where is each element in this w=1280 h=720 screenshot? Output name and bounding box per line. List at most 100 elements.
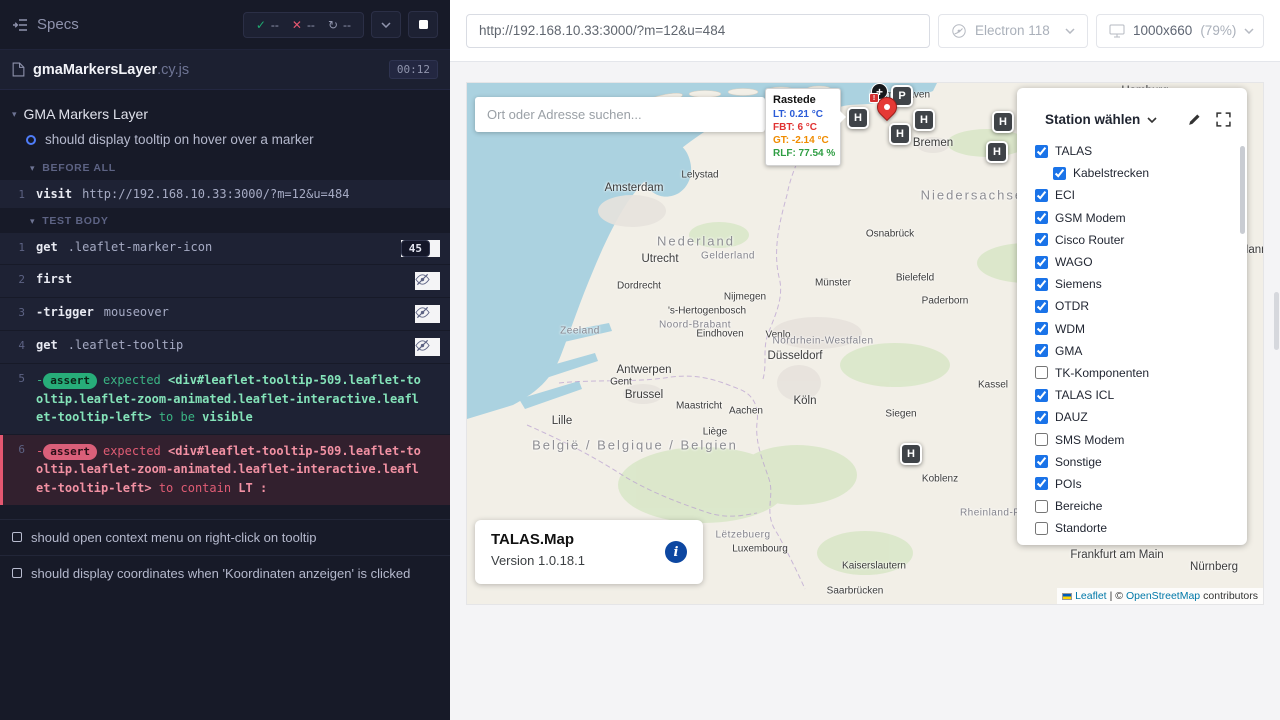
map-label: Maastricht bbox=[676, 401, 722, 412]
leaflet-tooltip[interactable]: Rastede LT: 0.21 °C FBT: 6 °C GT: -2.14 … bbox=[765, 88, 841, 166]
pending-test-row[interactable]: should open context menu on right-click … bbox=[0, 519, 450, 555]
layer-item[interactable]: Sonstige bbox=[1017, 451, 1247, 473]
layer-item[interactable]: GMA bbox=[1017, 340, 1247, 362]
layer-checkbox[interactable] bbox=[1053, 167, 1066, 180]
map-label: Bielefeld bbox=[896, 273, 934, 284]
viewport-icon bbox=[1109, 24, 1125, 38]
layer-checkbox[interactable] bbox=[1035, 278, 1048, 291]
command-row-get[interactable]: 1 get .leaflet-marker-icon 45 bbox=[0, 233, 450, 264]
layer-checkbox[interactable] bbox=[1035, 233, 1048, 246]
suite-row[interactable]: ▾ GMA Markers Layer bbox=[0, 100, 450, 128]
specs-list-icon[interactable] bbox=[12, 18, 28, 32]
leaflet-link[interactable]: Leaflet bbox=[1075, 590, 1107, 602]
station-marker[interactable]: H bbox=[900, 443, 922, 465]
layer-checkbox[interactable] bbox=[1035, 256, 1048, 269]
layer-checkbox[interactable] bbox=[1035, 455, 1048, 468]
layer-item[interactable]: Bereiche bbox=[1017, 495, 1247, 517]
layer-checkbox[interactable] bbox=[1035, 211, 1048, 224]
section-test-body[interactable]: ▾ TEST BODY bbox=[0, 208, 450, 232]
station-marker[interactable]: H bbox=[913, 109, 935, 131]
panel-scrollbar[interactable] bbox=[1240, 146, 1245, 234]
layer-checkbox[interactable] bbox=[1035, 300, 1048, 313]
layer-checkbox[interactable] bbox=[1035, 344, 1048, 357]
pending-test-icon bbox=[12, 568, 22, 578]
chevron-down-icon[interactable] bbox=[1147, 117, 1157, 123]
map-label: Amsterdam bbox=[605, 182, 664, 194]
stop-button[interactable] bbox=[408, 11, 438, 38]
hidden-element-icon bbox=[415, 272, 430, 290]
layer-checkbox[interactable] bbox=[1035, 366, 1048, 379]
station-select[interactable]: Station wählen bbox=[1045, 112, 1140, 127]
layer-item[interactable]: POIs bbox=[1017, 473, 1247, 495]
map-label: Kassel bbox=[978, 380, 1008, 391]
runnables: ▾ GMA Markers Layer should display toolt… bbox=[0, 90, 450, 591]
map[interactable]: Groningen Bremerhaven Bremen Hamburg Nie… bbox=[467, 83, 1263, 604]
tooltip-title: Rastede bbox=[773, 94, 833, 106]
failed-count: ✕-- bbox=[292, 18, 315, 32]
layer-item[interactable]: GSM Modem bbox=[1017, 207, 1247, 229]
expand-icon[interactable] bbox=[1216, 112, 1231, 127]
assert-row-passed[interactable]: 5 -assertexpected <div#leaflet-tooltip-5… bbox=[0, 364, 450, 434]
layer-checkbox[interactable] bbox=[1035, 522, 1048, 535]
search-input[interactable] bbox=[475, 97, 765, 132]
layer-checkbox[interactable] bbox=[1035, 433, 1048, 446]
assert-row-failed[interactable]: 6 -assertexpected <div#leaflet-tooltip-5… bbox=[0, 435, 450, 505]
command-row-first[interactable]: 2 first bbox=[0, 265, 450, 297]
osm-link[interactable]: OpenStreetMap bbox=[1126, 590, 1200, 602]
pending-test-row[interactable]: should display coordinates when 'Koordin… bbox=[0, 555, 450, 591]
aut-panel: Electron 118 1000x660 (79%) bbox=[450, 0, 1280, 720]
command-row-visit[interactable]: 1 visit http://192.168.10.33:3000/?m=12&… bbox=[0, 180, 450, 208]
url-input[interactable] bbox=[466, 14, 930, 48]
layer-item[interactable]: Cisco Router bbox=[1017, 229, 1247, 251]
layer-item[interactable]: TALAS ICL bbox=[1017, 384, 1247, 406]
map-label: Lëtzebuerg bbox=[715, 530, 770, 541]
layer-checkbox[interactable] bbox=[1035, 389, 1048, 402]
refresh-icon: ↻ bbox=[328, 19, 338, 31]
layer-item[interactable]: SMS Modem bbox=[1017, 428, 1247, 450]
edit-icon[interactable] bbox=[1187, 112, 1202, 127]
section-before-all[interactable]: ▾ BEFORE ALL bbox=[0, 155, 450, 179]
layer-item[interactable]: WDM bbox=[1017, 318, 1247, 340]
layer-item[interactable]: DAUZ bbox=[1017, 406, 1247, 428]
pin-dot bbox=[883, 103, 891, 111]
layer-item[interactable]: TALAS bbox=[1017, 140, 1247, 162]
screen: Specs ✓-- ✕-- ↻-- gmaMarkersLayer.cy.js … bbox=[0, 0, 1280, 720]
aut-stage: Groningen Bremerhaven Bremen Hamburg Nie… bbox=[450, 62, 1280, 720]
info-icon[interactable]: i bbox=[665, 541, 687, 563]
layer-item[interactable]: OTDR bbox=[1017, 295, 1247, 317]
layer-checkbox[interactable] bbox=[1035, 500, 1048, 513]
layer-checkbox[interactable] bbox=[1035, 477, 1048, 490]
layer-item[interactable]: Siemens bbox=[1017, 273, 1247, 295]
station-marker[interactable]: H bbox=[992, 111, 1014, 133]
spec-name[interactable]: gmaMarkersLayer.cy.js bbox=[33, 62, 189, 78]
map-label: Brussel bbox=[625, 389, 663, 401]
viewport-select[interactable]: 1000x660 (79%) bbox=[1096, 14, 1264, 48]
map-label: Paderborn bbox=[922, 296, 969, 307]
cross-icon: ✕ bbox=[292, 19, 302, 31]
command-row-get-tooltip[interactable]: 4 get .leaflet-tooltip bbox=[0, 331, 450, 363]
layer-item[interactable]: TK-Komponenten bbox=[1017, 362, 1247, 384]
station-marker[interactable]: H bbox=[889, 123, 911, 145]
page-scrollbar[interactable] bbox=[1274, 292, 1279, 350]
collapse-runs-button[interactable] bbox=[371, 11, 401, 38]
layer-item[interactable]: Kabelstrecken bbox=[1017, 162, 1247, 184]
layer-checkbox[interactable] bbox=[1035, 322, 1048, 335]
layer-item[interactable]: Standorte bbox=[1017, 517, 1247, 539]
spec-timer: 00:12 bbox=[389, 60, 438, 79]
app-version: Version 1.0.18.1 bbox=[491, 553, 687, 568]
browser-select[interactable]: Electron 118 bbox=[938, 14, 1088, 48]
layer-checkbox[interactable] bbox=[1035, 145, 1048, 158]
map-label: Osnabrück bbox=[866, 229, 914, 240]
station-marker[interactable]: H bbox=[847, 107, 869, 129]
layer-item[interactable]: WAGO bbox=[1017, 251, 1247, 273]
layer-checkbox[interactable] bbox=[1035, 411, 1048, 424]
station-panel: Station wählen TALAS Kabelstrecken ECI G… bbox=[1017, 88, 1247, 545]
map-label: Nijmegen bbox=[724, 292, 766, 303]
active-test-row[interactable]: should display tooltip on hover over a m… bbox=[0, 128, 450, 155]
command-row-trigger[interactable]: 3 -trigger mouseover bbox=[0, 298, 450, 330]
layer-checkbox[interactable] bbox=[1035, 189, 1048, 202]
reporter-header: Specs ✓-- ✕-- ↻-- bbox=[0, 0, 450, 50]
hidden-element-icon bbox=[415, 338, 430, 356]
layer-item[interactable]: ECI bbox=[1017, 184, 1247, 206]
station-marker[interactable]: H bbox=[986, 141, 1008, 163]
